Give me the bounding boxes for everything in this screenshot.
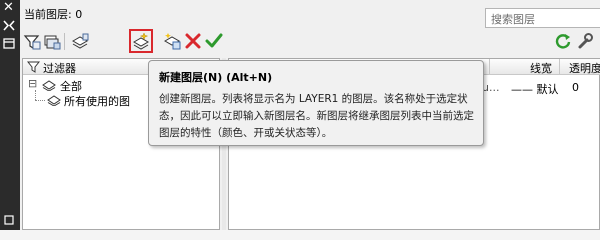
- tree-line: [35, 90, 36, 100]
- row-lineweight[interactable]: —— 默认: [511, 81, 559, 97]
- used-layers-filter-icon: [47, 95, 61, 106]
- properties-icon[interactable]: [3, 38, 15, 49]
- new-property-filter-icon[interactable]: [23, 33, 41, 51]
- row-truncated-cell: u...: [482, 81, 500, 94]
- palette-strip: ✕: [0, 0, 20, 230]
- layer-properties-manager: 当前图层: 0 搜索图层 过滤器 ⊟ 全部 所有使用的图 线宽 透明度 u...…: [20, 0, 600, 230]
- filter-header-label: 过滤器: [43, 62, 76, 75]
- refresh-icon[interactable]: [554, 32, 572, 50]
- all-layers-icon: [42, 80, 56, 91]
- current-layer-label: 当前图层: 0: [24, 8, 83, 21]
- auto-hide-icon[interactable]: [3, 20, 15, 31]
- search-input[interactable]: 搜索图层: [485, 8, 595, 28]
- column-separator: [559, 59, 560, 75]
- tooltip-title: 新建图层(N) (Alt+N): [159, 71, 273, 84]
- new-layer-tooltip: 新建图层(N) (Alt+N) 创建新图层。列表将显示名为 LAYER1 的图层…: [148, 60, 484, 146]
- set-current-icon[interactable]: [205, 32, 223, 50]
- new-group-filter-icon[interactable]: [43, 33, 61, 51]
- row-transparency[interactable]: 0: [572, 81, 579, 94]
- close-icon[interactable]: ✕: [3, 1, 14, 15]
- filter-icon: [27, 61, 40, 73]
- column-lineweight[interactable]: 线宽: [530, 60, 552, 76]
- layer-states-manager-icon[interactable]: [71, 33, 89, 51]
- settings-icon[interactable]: [576, 32, 594, 50]
- tree-line: [35, 100, 45, 101]
- palette-title-icon: [4, 215, 14, 225]
- new-layer-vp-frozen-icon[interactable]: [163, 32, 181, 50]
- delete-layer-icon[interactable]: [184, 32, 202, 50]
- new-layer-icon[interactable]: [132, 32, 150, 50]
- tree-node-all[interactable]: 全部: [60, 78, 82, 94]
- tooltip-body: 创建新图层。列表将显示名为 LAYER1 的图层。该名称处于选定状态，因此可以立…: [159, 93, 474, 139]
- search-button[interactable]: [594, 8, 600, 28]
- column-separator: [489, 59, 490, 75]
- tree-expander[interactable]: ⊟: [28, 77, 37, 90]
- toolbar-separator: [64, 33, 65, 50]
- column-transparency[interactable]: 透明度: [569, 60, 600, 76]
